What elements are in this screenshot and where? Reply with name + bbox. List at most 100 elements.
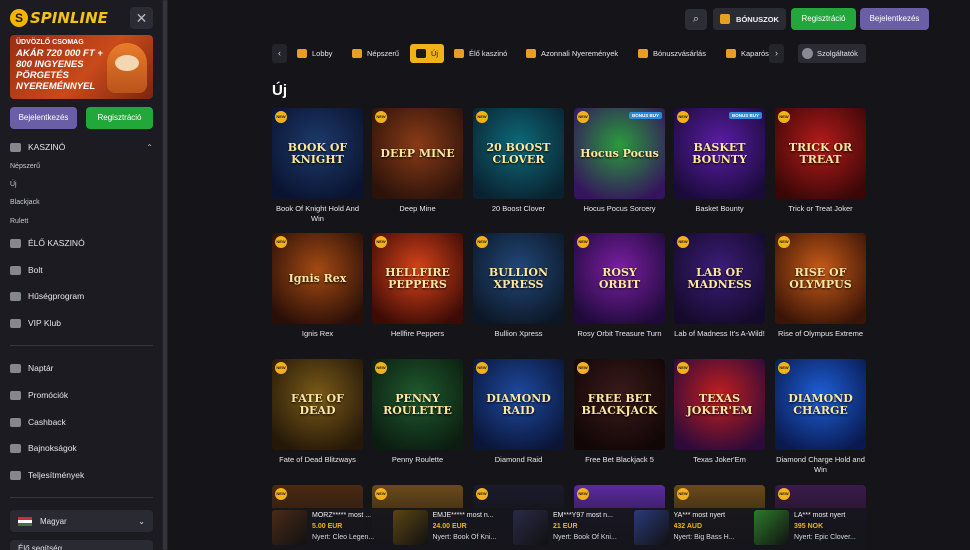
game-tile[interactable]: FREE BET BLACKJACK NEW Free Bet Blackjack …: [574, 359, 665, 465]
game-thumbnail[interactable]: LAB OF MADNESS NEW: [674, 233, 765, 324]
game-thumbnail[interactable]: DEEP MINE NEW: [372, 108, 463, 199]
spinline-logo[interactable]: S SPINLINE: [10, 7, 108, 29]
tab-live-casino[interactable]: Élő kaszinó: [448, 44, 513, 63]
game-title[interactable]: Bullion Xpress: [473, 329, 564, 339]
sidebar-login-button[interactable]: Bejelentkezés: [10, 107, 77, 129]
game-tile[interactable]: BASKET BOUNTY NEW BONUS BUY Basket Bounty: [674, 108, 765, 214]
game-thumbnail[interactable]: DIAMOND CHARGE NEW: [775, 359, 866, 450]
game-tile[interactable]: RISE OF OLYMPUS NEW Rise of Olympus Extrem…: [775, 233, 866, 339]
sidebar-item-loyalty[interactable]: Hűségprogram: [10, 291, 153, 301]
sidebar-scrollbar[interactable]: [162, 0, 168, 550]
register-button[interactable]: Regisztráció: [791, 8, 856, 30]
search-button[interactable]: ⌕: [685, 9, 707, 30]
game-title[interactable]: Basket Bounty: [674, 204, 765, 214]
game-thumbnail[interactable]: 20 BOOST CLOVER NEW: [473, 108, 564, 199]
win-game-thumbnail[interactable]: [272, 510, 307, 545]
win-item[interactable]: YA*** most nyert 432 AUD Nyert: Big Bass…: [633, 510, 750, 546]
sidebar-item-achievements[interactable]: Teljesítmények: [10, 470, 153, 480]
game-title[interactable]: Rise of Olympus Extreme: [775, 329, 866, 339]
sidebar-item-tournaments[interactable]: Bajnokságok: [10, 443, 153, 453]
game-title[interactable]: Hocus Pocus Sorcery: [574, 204, 665, 214]
sidebar-register-button[interactable]: Regisztráció: [86, 107, 153, 129]
tab-instant-wins[interactable]: Azonnali Nyeremények: [520, 44, 624, 63]
game-thumbnail[interactable]: TEXAS JOKER'EM NEW: [674, 359, 765, 450]
win-game-thumbnail[interactable]: [633, 510, 669, 545]
game-thumbnail[interactable]: TRICK OR TREAT NEW: [775, 108, 866, 199]
game-title[interactable]: 20 Boost Clover: [473, 204, 564, 214]
game-thumbnail[interactable]: RISE OF OLYMPUS NEW: [775, 233, 866, 324]
game-title[interactable]: Free Bet Blackjack 5: [574, 455, 665, 465]
game-thumbnail[interactable]: Ignis Rex NEW: [272, 233, 363, 324]
tab-scratch[interactable]: Kaparós: [720, 44, 772, 63]
sidebar-subitem-roulette[interactable]: Rulett: [10, 218, 28, 225]
game-tile[interactable]: Ignis Rex NEW Ignis Rex: [272, 233, 363, 339]
game-tile[interactable]: BULLION XPRESS NEW Bullion Xpress: [473, 233, 564, 339]
game-title[interactable]: Penny Roulette: [372, 455, 463, 465]
game-tile[interactable]: ROSY ORBIT NEW Rosy Orbit Treasure Turn: [574, 233, 665, 339]
win-game-thumbnail[interactable]: [513, 510, 548, 545]
game-title[interactable]: Trick or Treat Joker: [775, 204, 866, 214]
game-tile[interactable]: 20 BOOST CLOVER NEW 20 Boost Clover: [473, 108, 564, 214]
game-tile[interactable]: FATE OF DEAD NEW Fate of Dead Blitzways: [272, 359, 363, 465]
sidebar-subitem-popular[interactable]: Népszerű: [10, 163, 40, 170]
tab-lobby[interactable]: Lobby: [291, 44, 338, 63]
game-thumbnail[interactable]: BOOK OF KNIGHT NEW: [272, 108, 363, 199]
language-select[interactable]: Magyar ⌄: [10, 510, 153, 532]
sidebar-subitem-blackjack[interactable]: Blackjack: [10, 199, 40, 206]
game-tile[interactable]: BOOK OF KNIGHT NEW Book Of Knight Hold And…: [272, 108, 363, 224]
game-thumbnail[interactable]: HELLFIRE PEPPERS NEW: [372, 233, 463, 324]
sidebar-item-shop[interactable]: Bolt: [10, 265, 153, 275]
game-tile[interactable]: DIAMOND RAID NEW Diamond Raid: [473, 359, 564, 465]
game-tile[interactable]: DEEP MINE NEW Deep Mine: [372, 108, 463, 214]
sidebar-item-cashback[interactable]: Cashback: [10, 417, 153, 427]
welcome-banner[interactable]: ÜDVÖZLŐ CSOMAG AKÁR 720 000 FT + 800 ING…: [10, 35, 153, 99]
game-title[interactable]: Diamond Raid: [473, 455, 564, 465]
win-item[interactable]: MORZ***** most ... 5.00 EUR Nyert: Cleo …: [272, 510, 388, 546]
bonuses-button[interactable]: BÓNUSZOK: [713, 8, 786, 30]
game-title[interactable]: Book Of Knight Hold And Win: [272, 204, 363, 224]
game-title[interactable]: Hellfire Peppers: [372, 329, 463, 339]
game-thumbnail[interactable]: DIAMOND RAID NEW: [473, 359, 564, 450]
win-item[interactable]: LA*** most nyert 395 NOK Nyert: Epic Clo…: [754, 510, 870, 546]
game-tile[interactable]: DIAMOND CHARGE NEW Diamond Charge Hold and…: [775, 359, 866, 475]
game-title[interactable]: Fate of Dead Blitzways: [272, 455, 363, 465]
tab-new[interactable]: Új: [410, 44, 445, 63]
game-tile[interactable]: Hocus Pocus NEW BONUS BUY Hocus Pocus Sorce…: [574, 108, 665, 214]
game-tile[interactable]: TEXAS JOKER'EM NEW Texas Joker'Em: [674, 359, 765, 465]
tab-popular[interactable]: Népszerű: [346, 44, 405, 63]
game-tile[interactable]: LAB OF MADNESS NEW Lab of Madness It's A-W…: [674, 233, 765, 339]
game-thumbnail[interactable]: PENNY ROULETTE NEW: [372, 359, 463, 450]
win-item[interactable]: EM***Y97 most n... 21 EUR Nyert: Book Of…: [513, 510, 629, 546]
sidebar-item-casino[interactable]: KASZINÓ ⌃: [10, 142, 153, 152]
sidebar-item-live-casino[interactable]: ÉLŐ KASZINÓ: [10, 238, 153, 248]
category-next-button[interactable]: ›: [769, 44, 784, 63]
login-button[interactable]: Bejelentkezés: [860, 8, 929, 30]
sidebar-subitem-new[interactable]: Új: [10, 181, 17, 188]
category-prev-button[interactable]: ‹: [272, 44, 287, 63]
close-sidebar-button[interactable]: ✕: [130, 7, 153, 29]
win-item[interactable]: EMJE***** most n... 24.00 EUR Nyert: Boo…: [392, 510, 509, 546]
game-title[interactable]: Deep Mine: [372, 204, 463, 214]
sidebar-item-calendar[interactable]: Naptár: [10, 363, 153, 373]
game-thumbnail[interactable]: FREE BET BLACKJACK NEW: [574, 359, 665, 450]
live-help-button[interactable]: Élő segítség: [10, 540, 153, 550]
game-title[interactable]: Texas Joker'Em: [674, 455, 765, 465]
game-tile[interactable]: HELLFIRE PEPPERS NEW Hellfire Peppers: [372, 233, 463, 339]
game-tile[interactable]: TRICK OR TREAT NEW Trick or Treat Joker: [775, 108, 866, 214]
game-thumbnail[interactable]: BASKET BOUNTY NEW BONUS BUY: [674, 108, 765, 199]
sidebar-item-promotions[interactable]: Promóciók: [10, 390, 153, 400]
game-thumbnail[interactable]: ROSY ORBIT NEW: [574, 233, 665, 324]
tab-bonus-buy[interactable]: Bónuszvásárlás: [632, 44, 712, 63]
game-thumbnail[interactable]: BULLION XPRESS NEW: [473, 233, 564, 324]
game-title[interactable]: Lab of Madness It's A-Wild!: [674, 329, 765, 339]
game-title[interactable]: Ignis Rex: [272, 329, 363, 339]
game-tile[interactable]: PENNY ROULETTE NEW Penny Roulette: [372, 359, 463, 465]
game-thumbnail[interactable]: FATE OF DEAD NEW: [272, 359, 363, 450]
game-thumbnail[interactable]: Hocus Pocus NEW BONUS BUY: [574, 108, 665, 199]
scrollbar-thumb[interactable]: [163, 0, 167, 550]
win-game-thumbnail[interactable]: [754, 510, 789, 545]
sidebar-item-vip[interactable]: VIP Klub: [10, 318, 153, 328]
game-title[interactable]: Diamond Charge Hold and Win: [775, 455, 866, 475]
win-game-thumbnail[interactable]: [392, 510, 428, 545]
game-title[interactable]: Rosy Orbit Treasure Turn: [574, 329, 665, 339]
